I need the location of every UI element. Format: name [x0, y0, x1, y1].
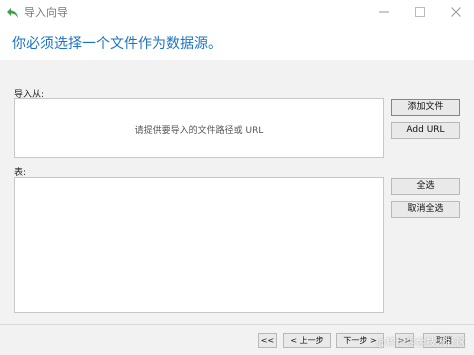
import-source-box[interactable]: 请提供要导入的文件路径或 URL — [14, 98, 384, 158]
select-all-button[interactable]: 全选 — [391, 178, 460, 195]
close-icon — [451, 7, 461, 17]
first-step-button[interactable]: << — [258, 333, 277, 348]
add-url-button[interactable]: Add URL — [391, 122, 460, 139]
back-arrow-icon — [6, 5, 20, 19]
prev-step-button[interactable]: < 上一步 — [283, 333, 331, 348]
minimize-button[interactable] — [366, 0, 402, 24]
import-source-placeholder: 请提供要导入的文件路径或 URL — [134, 126, 264, 136]
maximize-icon — [415, 7, 425, 17]
maximize-button[interactable] — [402, 0, 438, 24]
page-heading: 你必须选择一个文件作为数据源。 — [12, 36, 222, 52]
window-title: 导入向导 — [24, 6, 68, 19]
watermark: @稀土掘金技术社区 — [376, 338, 466, 349]
title-bar: 导入向导 — [0, 0, 474, 24]
deselect-all-button[interactable]: 取消全选 — [391, 201, 460, 218]
minimize-icon — [379, 11, 389, 13]
tables-list[interactable] — [14, 177, 384, 313]
add-file-button[interactable]: 添加文件 — [391, 99, 460, 116]
close-button[interactable] — [438, 0, 474, 24]
